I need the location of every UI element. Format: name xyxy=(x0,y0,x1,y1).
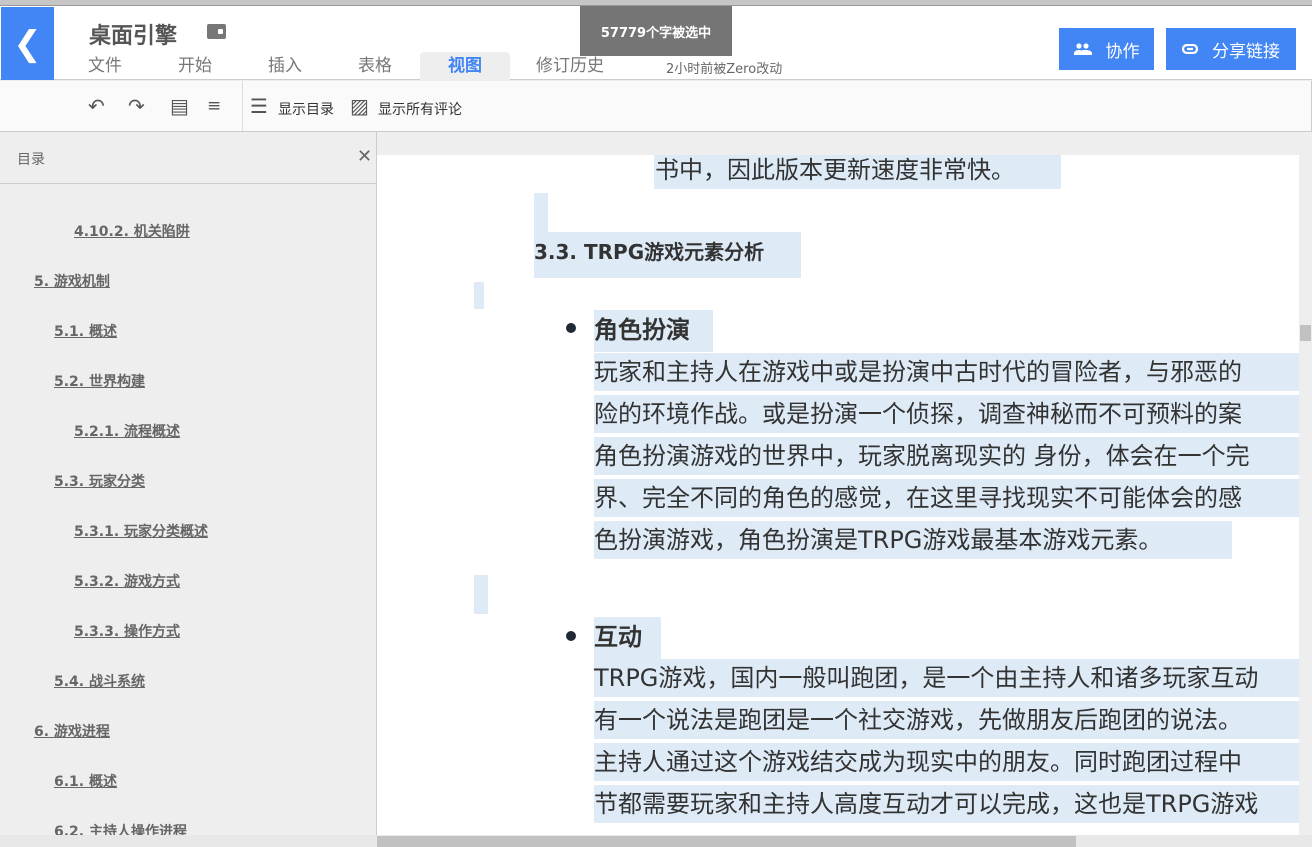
document-title[interactable]: 桌面引擎 xyxy=(89,18,177,50)
bullet-icon xyxy=(566,631,576,641)
paragraph-line: TRPG游戏，国内一般叫跑团，是一个由主持人和诸多玩家互动 xyxy=(594,659,1299,697)
paragraph-line: 玩家和主持人在游戏中或是扮演中古时代的冒险者，与邪恶的 xyxy=(594,353,1299,391)
list-icon[interactable]: ☰ xyxy=(250,96,268,116)
toc-item[interactable]: 5.3.2. 游戏方式 xyxy=(74,571,180,591)
collab-button[interactable]: 协作 xyxy=(1059,28,1154,70)
toolbar: ↶ ↷ ▤ ≡ ☰ 显示目录 ▨ 显示所有评论 xyxy=(0,81,1312,132)
redo-icon[interactable]: ↷ xyxy=(128,96,145,116)
folder-icon[interactable] xyxy=(207,24,226,39)
document-canvas[interactable]: 书中，因此版本更新速度非常快。 3.3. TRPG游戏元素分析 角色扮演 玩家和… xyxy=(377,155,1299,835)
toc-item[interactable]: 5.4. 战斗系统 xyxy=(54,671,145,691)
collab-label: 协作 xyxy=(1105,41,1140,62)
toc-sidebar: 目录 ✕ 4.10.2. 机关陷阱 5. 游戏机制 5.1. 概述 5.2. 世界构建… xyxy=(0,132,377,835)
toc-item[interactable]: 5.1. 概述 xyxy=(54,321,117,341)
comment-icon[interactable]: ▨ xyxy=(350,96,369,116)
paragraph-line: 色扮演游戏，角色扮演是TRPG游戏最基本游戏元素。 xyxy=(594,521,1232,559)
bullet-icon xyxy=(566,323,576,333)
toc-header: 目录 ✕ xyxy=(0,132,376,184)
share-link-button[interactable]: 分享链接 xyxy=(1166,28,1296,70)
selection-count-toast: 57779个字被选中 xyxy=(580,6,732,56)
modified-status: 2小时前被Zero改动 xyxy=(666,62,783,77)
toc-item[interactable]: 6.1. 概述 xyxy=(54,771,117,791)
horizontal-scroll-thumb[interactable] xyxy=(377,836,1076,847)
tab-table[interactable]: 表格 xyxy=(330,52,420,80)
empty-paragraph xyxy=(474,575,488,614)
empty-paragraph xyxy=(474,282,484,309)
show-comments-button[interactable]: 显示所有评论 xyxy=(378,99,462,119)
toolbar-divider xyxy=(242,81,243,131)
tab-insert[interactable]: 插入 xyxy=(240,52,330,80)
toc-item[interactable]: 4.10.2. 机关陷阱 xyxy=(74,221,190,241)
undo-icon[interactable]: ↶ xyxy=(88,96,105,116)
chevron-left-icon: ❮ xyxy=(13,23,42,64)
toc-item[interactable]: 6. 游戏进程 xyxy=(34,721,110,741)
tab-home[interactable]: 开始 xyxy=(150,52,240,80)
list-item-title: 角色扮演 xyxy=(594,310,713,352)
toc-item[interactable]: 6.2. 主持人操作进程 xyxy=(54,821,187,835)
format-painter-icon[interactable]: ▤ xyxy=(170,96,189,116)
paragraph-line: 界、完全不同的角色的感觉，在这里寻找现实不可能体会的感 xyxy=(594,479,1299,517)
link-icon xyxy=(1182,44,1198,54)
paragraph-line: 有一个说法是跑团是一个社交游戏，先做朋友后跑团的说法。 xyxy=(594,701,1299,739)
toc-item[interactable]: 5.3.3. 操作方式 xyxy=(74,621,180,641)
empty-paragraph xyxy=(534,193,548,233)
toc-item[interactable]: 5.3.1. 玩家分类概述 xyxy=(74,521,208,541)
vertical-scrollbar[interactable] xyxy=(1299,155,1312,835)
toc-item[interactable]: 5.2. 世界构建 xyxy=(54,371,145,391)
paragraph-line: 节都需要玩家和主持人高度互动才可以完成，这也是TRPG游戏 xyxy=(594,785,1299,823)
paragraph-line: 书中，因此版本更新速度非常快。 xyxy=(654,155,1061,189)
paragraph-line: 主持人通过这个游戏结交成为现实中的朋友。同时跑团过程中 xyxy=(594,743,1299,781)
users-icon xyxy=(1073,43,1092,55)
toc-title: 目录 xyxy=(17,152,45,168)
vertical-scroll-thumb[interactable] xyxy=(1300,325,1311,341)
toc-item[interactable]: 5. 游戏机制 xyxy=(34,271,110,291)
list-item-title: 互动 xyxy=(594,617,661,659)
tab-history[interactable]: 修订历史 xyxy=(510,52,630,80)
toc-item[interactable]: 5.3. 玩家分类 xyxy=(54,471,145,491)
paragraph-line: 险的环境作战。或是扮演一个侦探，调查神秘而不可预料的案 xyxy=(594,395,1299,433)
share-label: 分享链接 xyxy=(1212,41,1280,62)
toc-item[interactable]: 5.2.1. 流程概述 xyxy=(74,421,180,441)
tab-view[interactable]: 视图 xyxy=(420,52,510,80)
paragraph-line: 角色扮演游戏的世界中，玩家脱离现实的 身份，体会在一个完 xyxy=(594,437,1299,475)
section-heading: 3.3. TRPG游戏元素分析 xyxy=(534,232,801,278)
clear-format-icon[interactable]: ≡ xyxy=(207,96,221,116)
back-button[interactable]: ❮ xyxy=(1,7,54,80)
close-icon[interactable]: ✕ xyxy=(357,146,372,167)
show-toc-button[interactable]: 显示目录 xyxy=(278,99,334,119)
menu-tabs: 文件 开始 插入 表格 视图 修订历史 xyxy=(60,52,630,80)
tab-file[interactable]: 文件 xyxy=(60,52,150,80)
